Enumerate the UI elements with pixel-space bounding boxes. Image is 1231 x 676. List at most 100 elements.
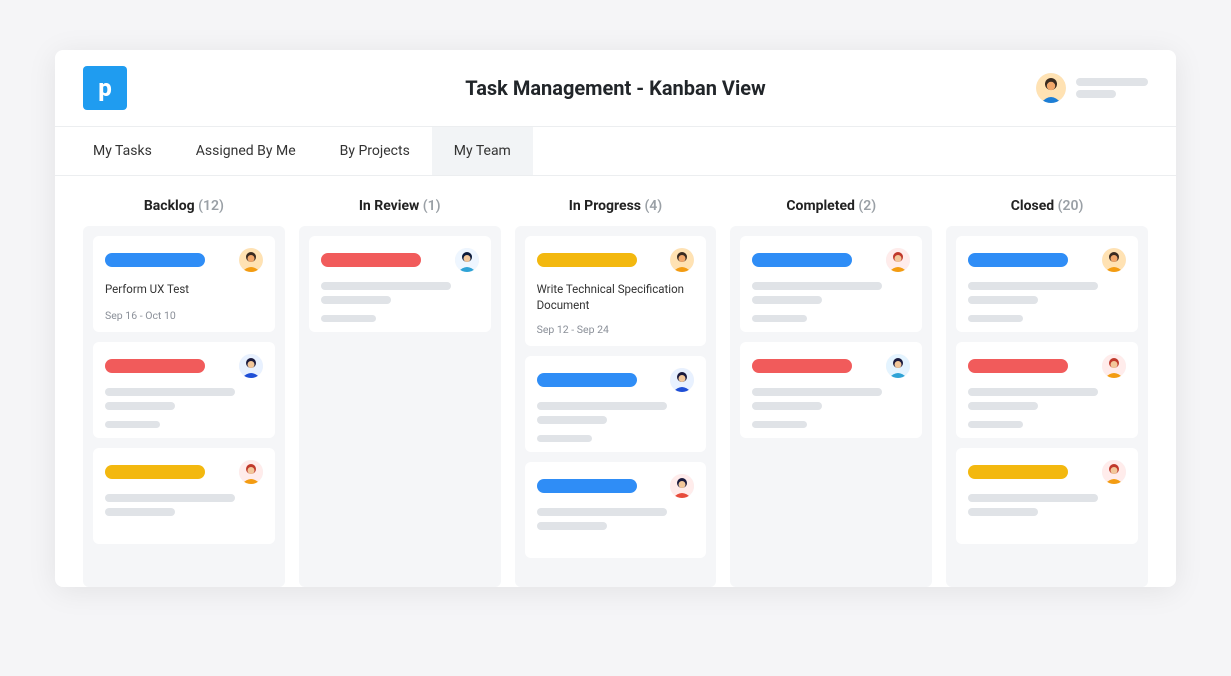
header-user[interactable] bbox=[1036, 73, 1148, 103]
card-header-row bbox=[968, 460, 1126, 484]
app-logo[interactable]: p bbox=[83, 66, 127, 110]
assignee-avatar-icon bbox=[670, 368, 694, 392]
assignee-avatar-icon bbox=[1102, 354, 1126, 378]
assignee-avatar-icon bbox=[886, 248, 910, 272]
card-title-placeholder bbox=[968, 388, 1126, 410]
user-name-placeholder bbox=[1076, 78, 1148, 98]
column-header: Closed (20) bbox=[946, 192, 1148, 226]
task-card[interactable] bbox=[740, 342, 922, 438]
card-date-placeholder bbox=[752, 421, 910, 428]
status-pill bbox=[321, 253, 421, 267]
card-date-range: Sep 16 - Oct 10 bbox=[105, 309, 263, 322]
card-header-row bbox=[537, 474, 695, 498]
status-pill bbox=[105, 253, 205, 267]
card-date-placeholder bbox=[968, 315, 1126, 322]
task-card[interactable] bbox=[956, 236, 1138, 332]
status-pill bbox=[105, 359, 205, 373]
card-title-placeholder bbox=[537, 508, 695, 530]
status-pill bbox=[537, 253, 637, 267]
tab-assigned-by-me[interactable]: Assigned By Me bbox=[174, 127, 318, 175]
app-window: p Task Management - Kanban View My Tasks… bbox=[55, 50, 1176, 587]
task-card[interactable] bbox=[956, 342, 1138, 438]
column-header: In Progress (4) bbox=[515, 192, 717, 226]
card-header-row bbox=[752, 248, 910, 272]
assignee-avatar-icon bbox=[670, 248, 694, 272]
status-pill bbox=[105, 465, 205, 479]
tabs: My Tasks Assigned By Me By Projects My T… bbox=[55, 127, 1176, 176]
task-card[interactable] bbox=[93, 342, 275, 438]
tab-by-projects[interactable]: By Projects bbox=[318, 127, 432, 175]
card-title-placeholder bbox=[968, 282, 1126, 304]
header: p Task Management - Kanban View bbox=[55, 50, 1176, 127]
card-title: Write Technical Specification Document bbox=[537, 282, 695, 313]
assignee-avatar-icon bbox=[670, 474, 694, 498]
status-pill bbox=[968, 465, 1068, 479]
task-card[interactable] bbox=[525, 356, 707, 452]
assignee-avatar-icon bbox=[1102, 460, 1126, 484]
status-pill bbox=[752, 359, 852, 373]
kanban-column: Closed (20) bbox=[946, 192, 1148, 587]
page-title: Task Management - Kanban View bbox=[465, 76, 765, 100]
column-count: (2) bbox=[858, 198, 876, 214]
tab-my-tasks[interactable]: My Tasks bbox=[71, 127, 174, 175]
kanban-board: Backlog (12) Perform UX Test Sep 16 - Oct … bbox=[55, 176, 1176, 587]
assignee-avatar-icon bbox=[239, 354, 263, 378]
card-title-placeholder bbox=[968, 494, 1126, 516]
card-header-row bbox=[537, 248, 695, 272]
card-date-range: Sep 12 - Sep 24 bbox=[537, 323, 695, 336]
card-header-row bbox=[105, 248, 263, 272]
task-card[interactable] bbox=[309, 236, 491, 332]
kanban-column: Completed (2) bbox=[730, 192, 932, 587]
card-date-placeholder bbox=[752, 315, 910, 322]
column-body[interactable]: Perform UX Test Sep 16 - Oct 10 bbox=[83, 226, 285, 587]
status-pill bbox=[968, 359, 1068, 373]
column-title: Closed bbox=[1011, 198, 1054, 214]
card-title-placeholder bbox=[537, 402, 695, 424]
column-title: In Review bbox=[359, 198, 420, 214]
card-date-placeholder bbox=[968, 421, 1126, 428]
card-header-row bbox=[968, 354, 1126, 378]
card-date-placeholder bbox=[537, 435, 695, 442]
kanban-column: In Progress (4) Write Technical Specifica… bbox=[515, 192, 717, 587]
kanban-column: In Review (1) bbox=[299, 192, 501, 587]
assignee-avatar-icon bbox=[239, 460, 263, 484]
column-title: Backlog bbox=[144, 198, 195, 214]
status-pill bbox=[537, 479, 637, 493]
column-count: (1) bbox=[423, 198, 441, 214]
assignee-avatar-icon bbox=[886, 354, 910, 378]
kanban-column: Backlog (12) Perform UX Test Sep 16 - Oct … bbox=[83, 192, 285, 587]
user-avatar-icon bbox=[1036, 73, 1066, 103]
card-header-row bbox=[105, 460, 263, 484]
card-date-placeholder bbox=[105, 421, 263, 428]
logo-letter: p bbox=[98, 74, 112, 102]
card-title-placeholder bbox=[752, 388, 910, 410]
card-title-placeholder bbox=[105, 494, 263, 516]
card-header-row bbox=[537, 368, 695, 392]
task-card[interactable] bbox=[93, 448, 275, 544]
card-header-row bbox=[105, 354, 263, 378]
column-title: Completed bbox=[786, 198, 855, 214]
tab-my-team[interactable]: My Team bbox=[432, 127, 533, 175]
task-card[interactable] bbox=[740, 236, 922, 332]
column-header: Completed (2) bbox=[730, 192, 932, 226]
status-pill bbox=[752, 253, 852, 267]
column-body[interactable] bbox=[946, 226, 1148, 587]
column-body[interactable] bbox=[730, 226, 932, 587]
task-card[interactable] bbox=[525, 462, 707, 558]
task-card[interactable] bbox=[956, 448, 1138, 544]
column-count: (12) bbox=[198, 198, 224, 214]
task-card[interactable]: Perform UX Test Sep 16 - Oct 10 bbox=[93, 236, 275, 332]
card-title-placeholder bbox=[105, 388, 263, 410]
column-body[interactable]: Write Technical Specification Document Se… bbox=[515, 226, 717, 587]
assignee-avatar-icon bbox=[1102, 248, 1126, 272]
card-title-placeholder bbox=[321, 282, 479, 304]
card-date-placeholder bbox=[321, 315, 479, 322]
column-count: (4) bbox=[644, 198, 662, 214]
status-pill bbox=[537, 373, 637, 387]
column-header: Backlog (12) bbox=[83, 192, 285, 226]
assignee-avatar-icon bbox=[455, 248, 479, 272]
column-body[interactable] bbox=[299, 226, 501, 587]
task-card[interactable]: Write Technical Specification Document Se… bbox=[525, 236, 707, 346]
card-title: Perform UX Test bbox=[105, 282, 263, 298]
assignee-avatar-icon bbox=[239, 248, 263, 272]
